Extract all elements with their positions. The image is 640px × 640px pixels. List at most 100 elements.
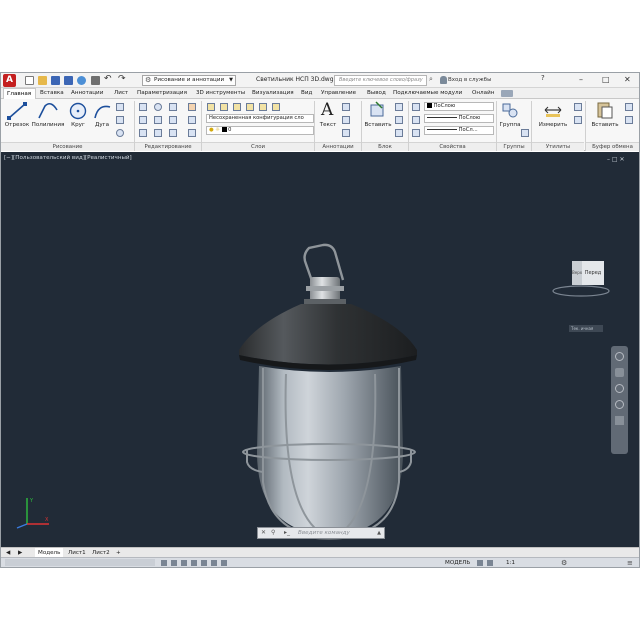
search-input[interactable]: Введите ключевое слово/фразу [334,75,427,86]
text-tool-button[interactable]: A Текст [317,100,339,139]
edit-block-icon[interactable] [395,116,403,124]
viewcube-front-face[interactable]: Перед [582,261,604,285]
layers-panel-title[interactable]: Слои [202,142,314,151]
cmd-settings-icon[interactable]: ⚲ [271,528,275,538]
table-icon[interactable] [342,129,350,137]
redo-icon[interactable]: ↷ [118,74,126,84]
zoom-icon[interactable] [615,384,624,393]
arc-tool-button[interactable]: Дуга [91,102,113,136]
layer-properties-icon[interactable] [207,103,215,111]
groups-panel-title[interactable]: Группы [497,142,531,151]
annotation-scale[interactable]: 1:1 [506,558,515,568]
dimension-icon[interactable] [342,103,350,111]
steering-wheel-icon[interactable] [615,352,624,361]
leader-icon[interactable] [342,116,350,124]
explode-icon[interactable] [188,116,196,124]
annotation-panel-title[interactable]: Аннотации [315,142,361,151]
snap-toggle-icon[interactable] [171,560,177,566]
navigation-bar[interactable] [611,346,628,454]
draw-panel-title[interactable]: Рисование [1,142,134,151]
tab-annotate[interactable]: Аннотации [71,88,103,99]
rotate-icon[interactable] [154,103,162,111]
tab-home[interactable]: Главная [3,88,36,99]
quick-select-icon[interactable] [574,103,582,111]
linetype-select[interactable]: ПоСлою [424,114,494,123]
utilities-panel-title[interactable]: Утилиты [532,142,584,151]
layer-off-icon[interactable] [246,103,254,111]
group-button[interactable]: Группа [498,101,522,139]
polar-toggle-icon[interactable] [191,560,197,566]
attribute-icon[interactable] [395,129,403,137]
search-icon[interactable]: ⌕ [429,75,433,84]
tab-view[interactable]: Вид [301,88,312,99]
open-icon[interactable] [38,76,47,85]
create-block-icon[interactable] [395,103,403,111]
ribbon-toggle-icon[interactable] [501,90,513,97]
help-icon[interactable]: ? [541,74,545,82]
array-icon[interactable] [169,129,177,137]
line-tool-button[interactable]: Отрезок [4,102,30,136]
web-icon[interactable] [77,76,86,85]
pan-icon[interactable] [615,368,624,377]
save-icon[interactable] [51,76,60,85]
app-logo-icon[interactable]: A [3,74,16,87]
tab-manage[interactable]: Управление [321,88,356,99]
tab-3d-tools[interactable]: 3D инструменты [196,88,245,99]
workspace-switch-icon[interactable]: ⚙ [561,559,567,567]
tab-parametric[interactable]: Параметризация [137,88,187,99]
tab-addins[interactable]: Подключаемые модули [393,88,462,99]
polyline-tool-button[interactable]: Полилиния [31,102,65,136]
tab-online[interactable]: Онлайн [472,88,494,99]
customize-icon[interactable]: ≡ [627,559,633,567]
layer-match-icon[interactable] [272,103,280,111]
model-viewport[interactable]: [−][Пользовательский вид][Реалистичный] … [1,152,639,547]
insert-block-button[interactable]: Вставить [364,101,392,139]
tab-render[interactable]: Визуализация [252,88,294,99]
orbit-icon[interactable] [615,400,624,409]
layer-state-select[interactable]: Несохраненная конфигурация сло [206,114,314,123]
command-line[interactable]: ✕ ⚲ ▸_ Введите команду ▲ [257,527,385,539]
paste-button[interactable]: Вставить [589,101,621,139]
hatch-icon[interactable] [116,116,124,124]
cut-icon[interactable] [625,116,633,124]
signin-link[interactable]: Вход в службы [448,75,491,85]
list-icon[interactable] [412,116,420,124]
scale-icon[interactable] [154,129,162,137]
viewcube-left-face[interactable]: Верх [572,261,582,285]
close-button[interactable]: ✕ [624,75,631,85]
color-select[interactable]: ПоСлою [424,102,494,111]
current-layer-select[interactable]: ● ☼ 0 [206,126,314,135]
showmotion-icon[interactable] [615,416,624,425]
ungroup-icon[interactable] [521,129,529,137]
move-icon[interactable] [139,103,147,111]
ellipse-icon[interactable] [116,129,124,137]
layer-isolate-icon[interactable] [233,103,241,111]
new-icon[interactable] [25,76,34,85]
wcs-menu[interactable]: Тек. ичная [569,325,603,332]
tab-insert[interactable]: Вставка [40,88,64,99]
maximize-button[interactable]: □ [602,75,610,85]
transparency-icon[interactable] [412,129,420,137]
match-properties-icon[interactable] [412,103,420,111]
save-as-icon[interactable] [64,76,73,85]
viewcube[interactable]: Верх Перед [552,257,613,299]
osnap-toggle-icon[interactable] [201,560,207,566]
offset-icon[interactable] [188,129,196,137]
block-panel-title[interactable]: Блок [362,142,408,151]
trim-icon[interactable] [169,103,177,111]
undo-icon[interactable]: ↶ [104,74,112,84]
command-input[interactable]: Введите команду [298,528,350,538]
copy-icon[interactable] [139,116,147,124]
clipboard-panel-title[interactable]: Буфер обмена [586,142,639,151]
circle-tool-button[interactable]: Круг [66,102,90,136]
cmd-history-icon[interactable]: ▲ [377,528,381,538]
tab-output[interactable]: Вывод [367,88,386,99]
snap-mode-icon[interactable] [487,560,493,566]
layer-state-icon[interactable] [220,103,228,111]
layer-freeze-icon[interactable] [259,103,267,111]
grid-toggle-icon[interactable] [161,560,167,566]
lineweight-select[interactable]: ПоСл... [424,126,494,135]
model-space-button[interactable]: МОДЕЛЬ [445,558,470,568]
cmd-close-icon[interactable]: ✕ [261,528,266,538]
properties-panel-title[interactable]: Свойства [409,142,496,151]
